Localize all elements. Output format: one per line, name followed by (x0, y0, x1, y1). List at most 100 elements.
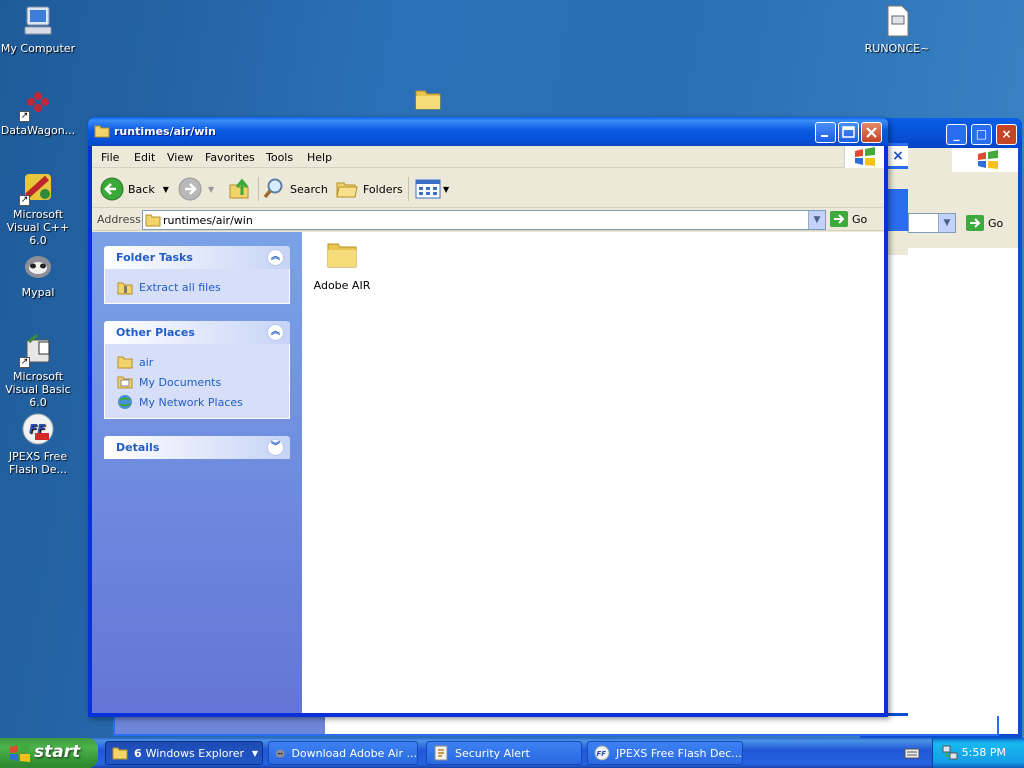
go-button[interactable]: Go (966, 215, 1003, 231)
maximize-button[interactable]: □ (971, 124, 992, 145)
menu-file[interactable]: File (101, 151, 119, 164)
visual-cpp-icon: ↗ (19, 170, 55, 206)
extract-all-files-link[interactable]: Extract all files (117, 277, 289, 297)
other-place-my-documents[interactable]: My Documents (117, 372, 289, 392)
address-bar: Address runtimes/air/win ▼ Go (92, 209, 884, 231)
desktop-icon-mypal[interactable]: Mypal (0, 248, 78, 299)
folders-label: Folders (363, 182, 403, 196)
menu-help[interactable]: Help (307, 151, 332, 164)
taskbar: start 6 Windows Explorer ▼ Download Adob… (0, 738, 1024, 768)
views-dropdown-icon[interactable]: ▼ (443, 185, 449, 194)
views-icon (415, 179, 441, 199)
other-place-my-network-places[interactable]: My Network Places (117, 392, 289, 412)
task-security-alert[interactable]: Security Alert (426, 741, 582, 765)
menu-favorites[interactable]: Favorites (205, 151, 255, 164)
minimize-button[interactable] (815, 122, 836, 143)
menu-view[interactable]: View (167, 151, 193, 164)
search-button[interactable]: Search (262, 176, 328, 202)
forward-arrow-icon (178, 177, 202, 201)
network-tray-icon[interactable] (941, 744, 959, 765)
window-titlebar[interactable]: runtimes/air/win (88, 117, 888, 146)
desktop-icon-runonce[interactable]: RUNONCE~ (857, 4, 937, 55)
desktop-icon-visual-basic[interactable]: ↗ Microsoft Visual Basic 6.0 (0, 332, 78, 409)
collapse-chevron-icon[interactable]: ︽ (267, 324, 284, 341)
close-button[interactable]: × (996, 124, 1017, 145)
details-panel: Details ︾ (104, 436, 290, 459)
my-documents-icon (117, 376, 133, 389)
folders-icon (336, 182, 358, 198)
details-header[interactable]: Details ︾ (104, 436, 290, 459)
background-address-bar: ▼ Go (908, 212, 1018, 234)
desktop-icon-label: My Computer (0, 42, 76, 55)
task-download-adobe-air[interactable]: Download Adobe Air ... (268, 741, 418, 765)
task-windows-explorer[interactable]: 6 Windows Explorer ▼ (105, 741, 263, 765)
folders-button[interactable]: Folders (335, 176, 403, 202)
expand-chevron-icon[interactable]: ︾ (267, 439, 284, 456)
forward-button[interactable]: ▼ (178, 176, 214, 202)
search-icon (263, 178, 283, 199)
desktop-icon-label: RUNONCE~ (864, 42, 930, 55)
link-label: My Documents (139, 375, 222, 389)
start-button[interactable]: start (0, 738, 98, 768)
background-window-edge: × (888, 143, 908, 713)
file-list-view[interactable]: Adobe AIR (302, 232, 884, 713)
close-icon[interactable]: × (888, 146, 908, 166)
other-places-header[interactable]: Other Places ︽ (104, 321, 290, 344)
address-dropdown[interactable]: ▼ (908, 213, 956, 233)
task-jpexs[interactable]: FF JPEXS Free Flash Dec... (587, 741, 743, 765)
task-group-dropdown-icon: ▼ (251, 748, 258, 758)
desktop-icon-label: Mypal (21, 286, 55, 299)
start-label: start (34, 742, 81, 762)
forward-dropdown-icon: ▼ (208, 184, 215, 194)
go-button[interactable]: Go (830, 211, 867, 227)
windows-flag-icon (844, 146, 884, 168)
folder-icon (327, 243, 357, 268)
explorer-window[interactable]: runtimes/air/win File Edit View Favorite… (88, 117, 888, 717)
folder-tasks-panel: Folder Tasks ︽ Extract all files (104, 246, 290, 304)
desktop-icon-jpexs[interactable]: FF JPEXS Free Flash De... (0, 412, 78, 476)
address-input[interactable]: runtimes/air/win ▼ (142, 210, 826, 230)
menu-edit[interactable]: Edit (134, 151, 155, 164)
jpexs-icon: FF (21, 412, 55, 446)
security-alert-icon (434, 745, 448, 761)
network-places-icon (118, 395, 132, 409)
address-value: runtimes/air/win (163, 214, 253, 227)
back-button[interactable]: Back ▼ (100, 176, 169, 202)
address-label: Address (97, 213, 141, 226)
windows-flag-icon (10, 743, 30, 762)
link-label: Extract all files (139, 280, 221, 294)
keyboard-icon[interactable] (904, 746, 920, 763)
back-dropdown-icon[interactable]: ▼ (163, 185, 169, 194)
mypal-icon (275, 749, 285, 758)
maximize-icon (842, 126, 855, 138)
other-places-title: Other Places (116, 326, 195, 339)
folder-icon (145, 214, 161, 227)
svg-text:FF: FF (597, 750, 607, 758)
address-dropdown-button[interactable]: ▼ (808, 211, 825, 229)
link-label: air (139, 355, 154, 369)
document-icon (880, 4, 914, 38)
menu-tools[interactable]: Tools (266, 151, 293, 164)
up-folder-button[interactable] (228, 176, 252, 202)
folder-tasks-header[interactable]: Folder Tasks ︽ (104, 246, 290, 269)
desktop-icon-visual-cpp[interactable]: ↗ Microsoft Visual C++ 6.0 (0, 170, 78, 247)
up-folder-icon (229, 178, 249, 199)
folder-icon (112, 747, 128, 760)
collapse-chevron-icon[interactable]: ︽ (267, 249, 284, 266)
menu-bar: File Edit View Favorites Tools Help (92, 146, 884, 168)
desktop-icon-datawagon[interactable]: ↗ DataWagon... (0, 86, 78, 137)
desktop-folder-icon[interactable] (414, 86, 442, 115)
minimize-button[interactable]: _ (946, 124, 967, 145)
other-place-air[interactable]: air (117, 352, 289, 372)
other-places-body: air My Documents My Network Places (104, 344, 290, 419)
close-icon (866, 127, 877, 138)
standard-toolbar: Back ▼ ▼ Search Folders ▼ (92, 169, 884, 208)
close-button[interactable] (861, 122, 882, 143)
my-computer-icon (21, 4, 55, 38)
file-item-adobe-air[interactable]: Adobe AIR (302, 240, 382, 292)
toolbar-separator (258, 177, 259, 201)
maximize-button[interactable] (838, 122, 859, 143)
system-tray: 5:58 PM (932, 738, 1024, 768)
views-button[interactable]: ▼ (415, 176, 449, 202)
desktop-icon-my-computer[interactable]: My Computer (0, 4, 78, 55)
